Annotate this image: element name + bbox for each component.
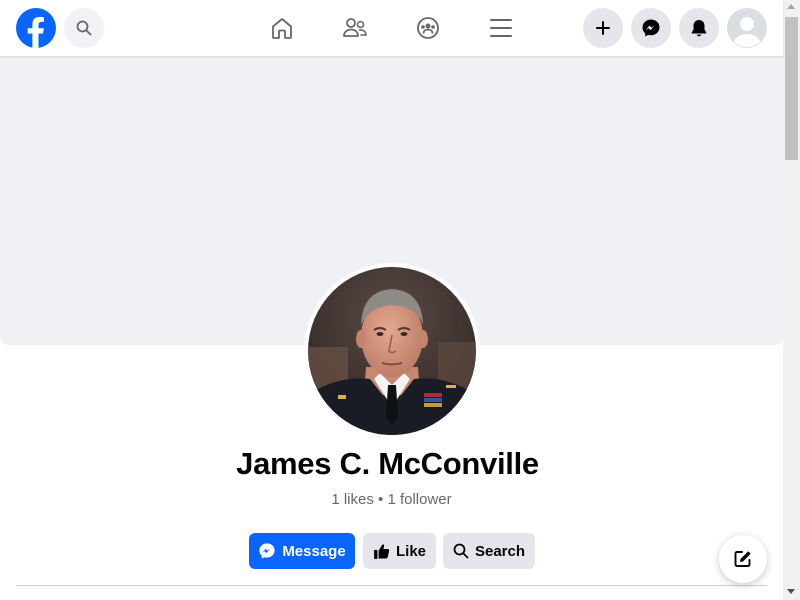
account-button[interactable] bbox=[727, 8, 767, 48]
nav-menu[interactable] bbox=[481, 8, 521, 48]
search-button-label: Search bbox=[474, 542, 526, 560]
nav-friends[interactable] bbox=[335, 8, 375, 48]
search-button[interactable] bbox=[64, 8, 104, 48]
facebook-logo[interactable] bbox=[16, 8, 56, 48]
profile-name: James C. McConville bbox=[236, 446, 539, 481]
plus-icon bbox=[596, 21, 610, 35]
like-button[interactable]: Like bbox=[363, 533, 436, 569]
profile-stats[interactable]: 1 likes • 1 follower bbox=[0, 491, 783, 508]
profile-picture[interactable] bbox=[304, 263, 480, 439]
like-button-label: Like bbox=[395, 542, 426, 560]
bell-icon bbox=[691, 20, 707, 37]
messenger-icon bbox=[259, 543, 275, 559]
section-divider bbox=[16, 585, 767, 586]
scroll-thumb[interactable] bbox=[785, 17, 798, 160]
menu-icon bbox=[490, 19, 512, 37]
search-icon bbox=[76, 20, 92, 36]
top-navigation-bar bbox=[0, 0, 783, 56]
groups-icon bbox=[417, 17, 439, 39]
message-button[interactable]: Message bbox=[249, 533, 355, 569]
messenger-button[interactable] bbox=[631, 8, 671, 48]
friends-icon bbox=[343, 18, 367, 37]
notifications-button[interactable] bbox=[679, 8, 719, 48]
search-icon bbox=[453, 543, 469, 559]
nav-groups[interactable] bbox=[408, 8, 448, 48]
messenger-icon bbox=[642, 19, 660, 37]
new-message-button[interactable] bbox=[719, 535, 767, 583]
search-page-button[interactable]: Search bbox=[443, 533, 535, 569]
profile-photo bbox=[308, 267, 476, 435]
scroll-down-arrow[interactable] bbox=[787, 589, 795, 594]
page-scrollbar[interactable] bbox=[783, 0, 800, 600]
create-button[interactable] bbox=[583, 8, 623, 48]
nav-home[interactable] bbox=[262, 8, 302, 48]
scroll-up-arrow[interactable] bbox=[787, 4, 795, 9]
message-button-label: Message bbox=[282, 542, 346, 560]
home-icon bbox=[272, 18, 292, 39]
compose-icon bbox=[734, 551, 751, 567]
avatar-icon bbox=[727, 8, 767, 48]
thumbs-up-icon bbox=[374, 543, 390, 559]
